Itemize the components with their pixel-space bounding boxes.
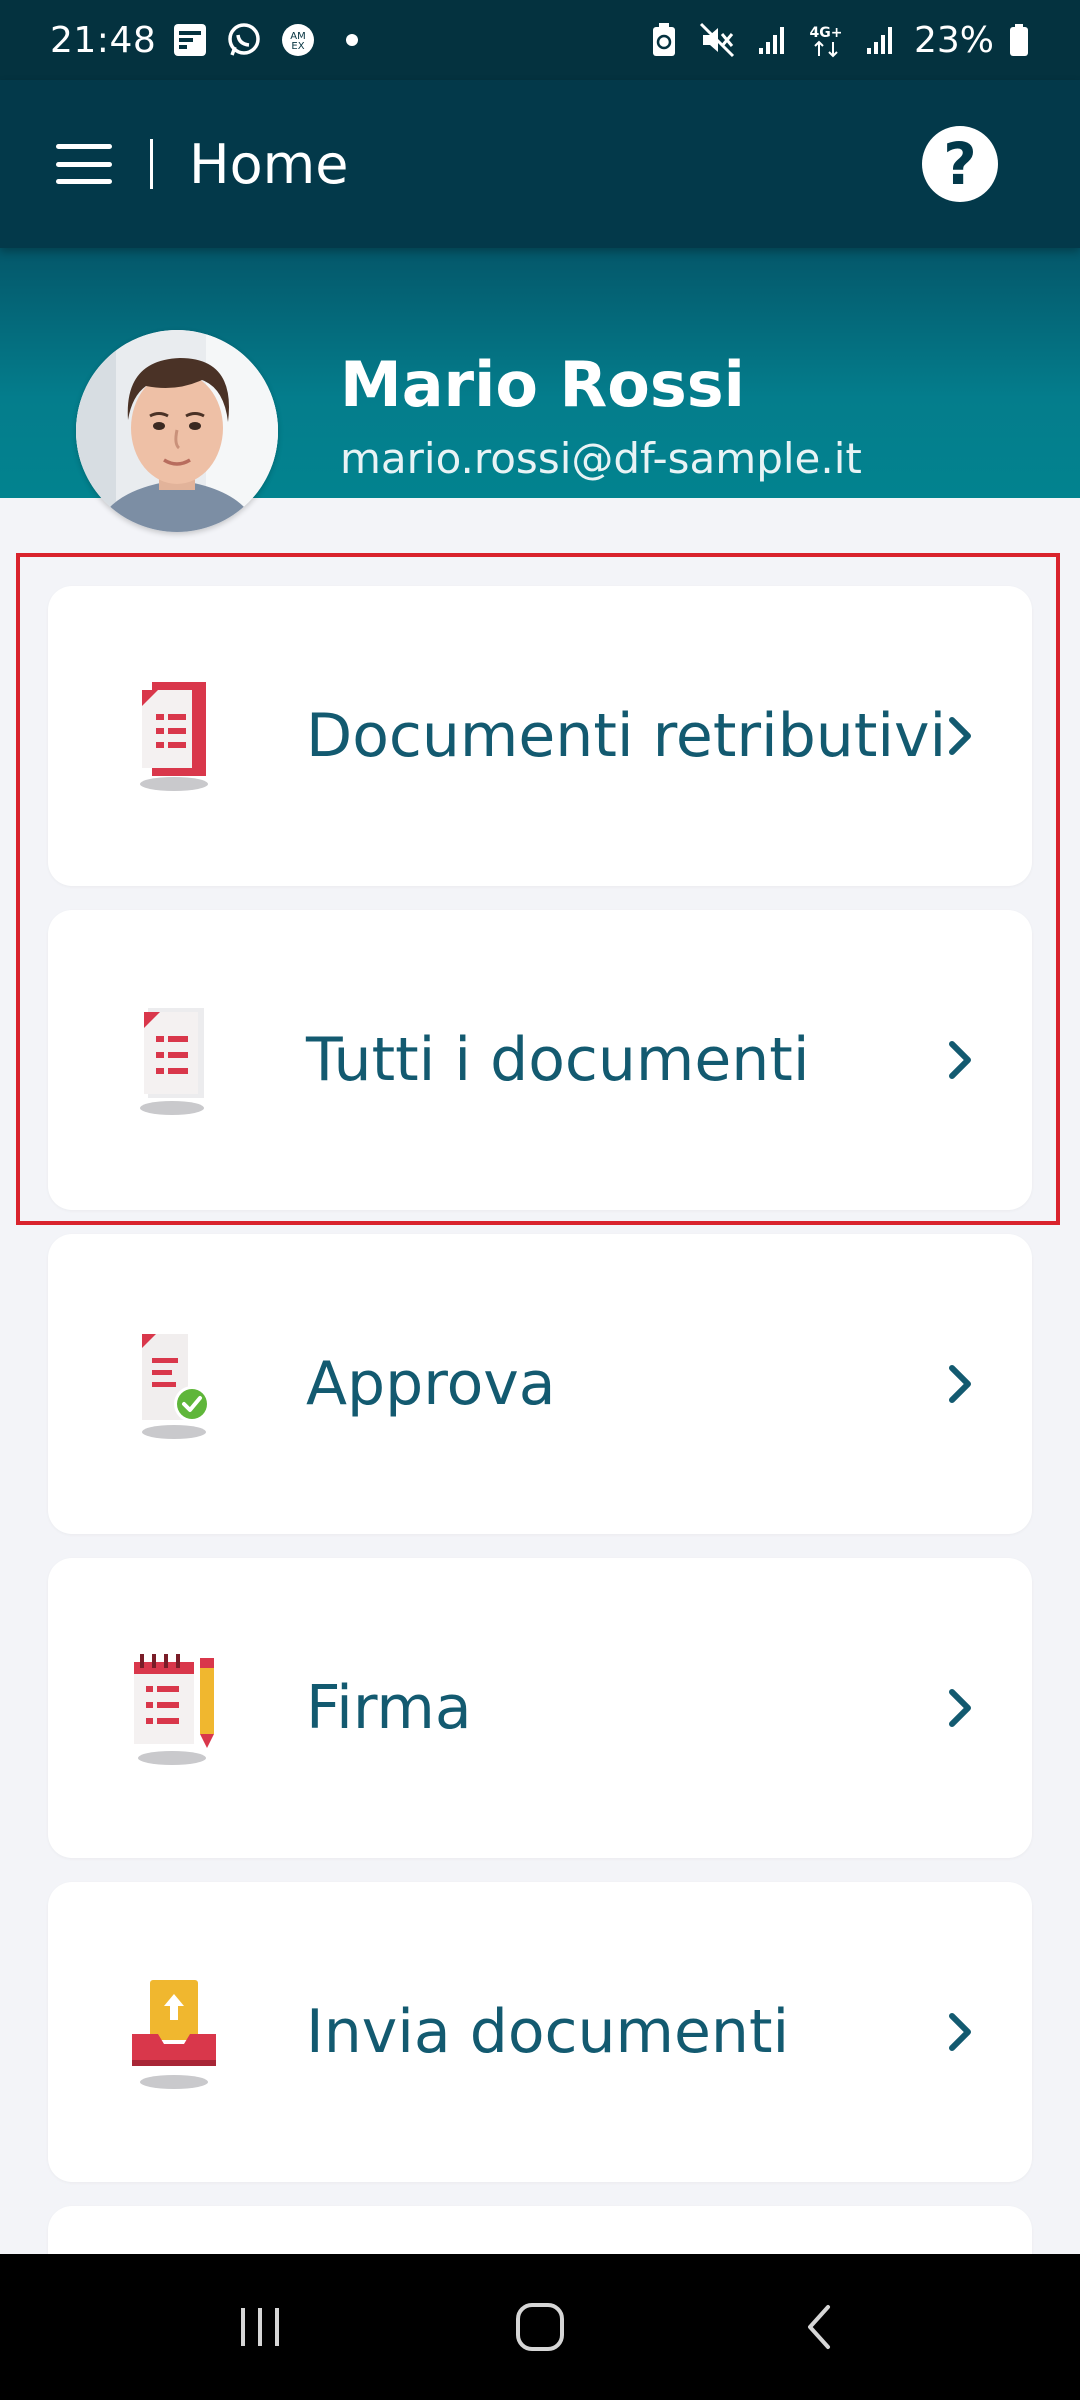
profile-name: Mario Rossi <box>340 348 745 421</box>
page-title: Home <box>189 132 349 196</box>
app-bar: Home ? <box>0 80 1080 248</box>
svg-text:4G+: 4G+ <box>810 25 843 41</box>
menu-item-label: Tutti i documenti <box>306 1025 810 1095</box>
document-icon <box>126 1000 226 1120</box>
status-bar: 21:48 AM EX 4G+ 23% <box>0 0 1080 80</box>
menu-item-tutti-i-documenti[interactable]: Tutti i documenti <box>48 910 1032 1210</box>
4g-icon: 4G+ <box>806 20 846 60</box>
menu-icon[interactable] <box>56 144 112 184</box>
menu-item-invia-documenti[interactable]: Invia documenti <box>48 1882 1032 2182</box>
chevron-right-icon <box>942 1360 978 1408</box>
home-icon[interactable] <box>495 2282 585 2372</box>
upload-tray-icon <box>126 1972 226 2092</box>
battery-icon <box>1008 20 1030 60</box>
menu-item-approva[interactable]: Approva <box>48 1234 1032 1534</box>
help-icon[interactable]: ? <box>922 126 998 202</box>
approve-document-icon <box>126 1324 226 1444</box>
avatar[interactable] <box>76 330 278 532</box>
menu-item-label: Invia documenti <box>306 1997 790 2067</box>
menu-item-documenti-retributivi[interactable]: Documenti retributivi <box>48 586 1032 886</box>
chevron-right-icon <box>942 2008 978 2056</box>
chevron-right-icon <box>942 1684 978 1732</box>
back-icon[interactable] <box>775 2282 865 2372</box>
mute-icon <box>698 20 738 60</box>
status-time: 21:48 <box>50 19 157 61</box>
navigation-bar <box>0 2254 1080 2400</box>
flipboard-icon <box>170 20 210 60</box>
menu-item-label: Firma <box>306 1673 472 1743</box>
status-right: 4G+ 23% <box>644 20 1030 61</box>
status-left: 21:48 AM EX <box>50 20 372 61</box>
menu-item-label: Approva <box>306 1349 556 1419</box>
amex-icon: AM EX <box>278 20 318 60</box>
recent-apps-icon[interactable] <box>215 2282 305 2372</box>
title-separator <box>150 139 153 189</box>
whatsapp-icon <box>224 20 264 60</box>
menu-list: Documenti retributivi Tutti i documenti <box>48 586 1032 2350</box>
profile-email: mario.rossi@df-sample.it <box>340 434 862 483</box>
signal-icon <box>752 20 792 60</box>
menu-item-label: Documenti retributivi <box>306 701 947 771</box>
sign-document-icon <box>126 1648 226 1768</box>
menu-item-firma[interactable]: Firma <box>48 1558 1032 1858</box>
battery-saver-icon <box>644 20 684 60</box>
signal-icon <box>860 20 900 60</box>
battery-percent: 23% <box>913 19 994 61</box>
chevron-right-icon <box>942 1036 978 1084</box>
chevron-right-icon <box>942 712 978 760</box>
svg-text:EX: EX <box>292 41 305 52</box>
payslip-document-icon <box>126 676 226 796</box>
dot-icon <box>332 20 372 60</box>
